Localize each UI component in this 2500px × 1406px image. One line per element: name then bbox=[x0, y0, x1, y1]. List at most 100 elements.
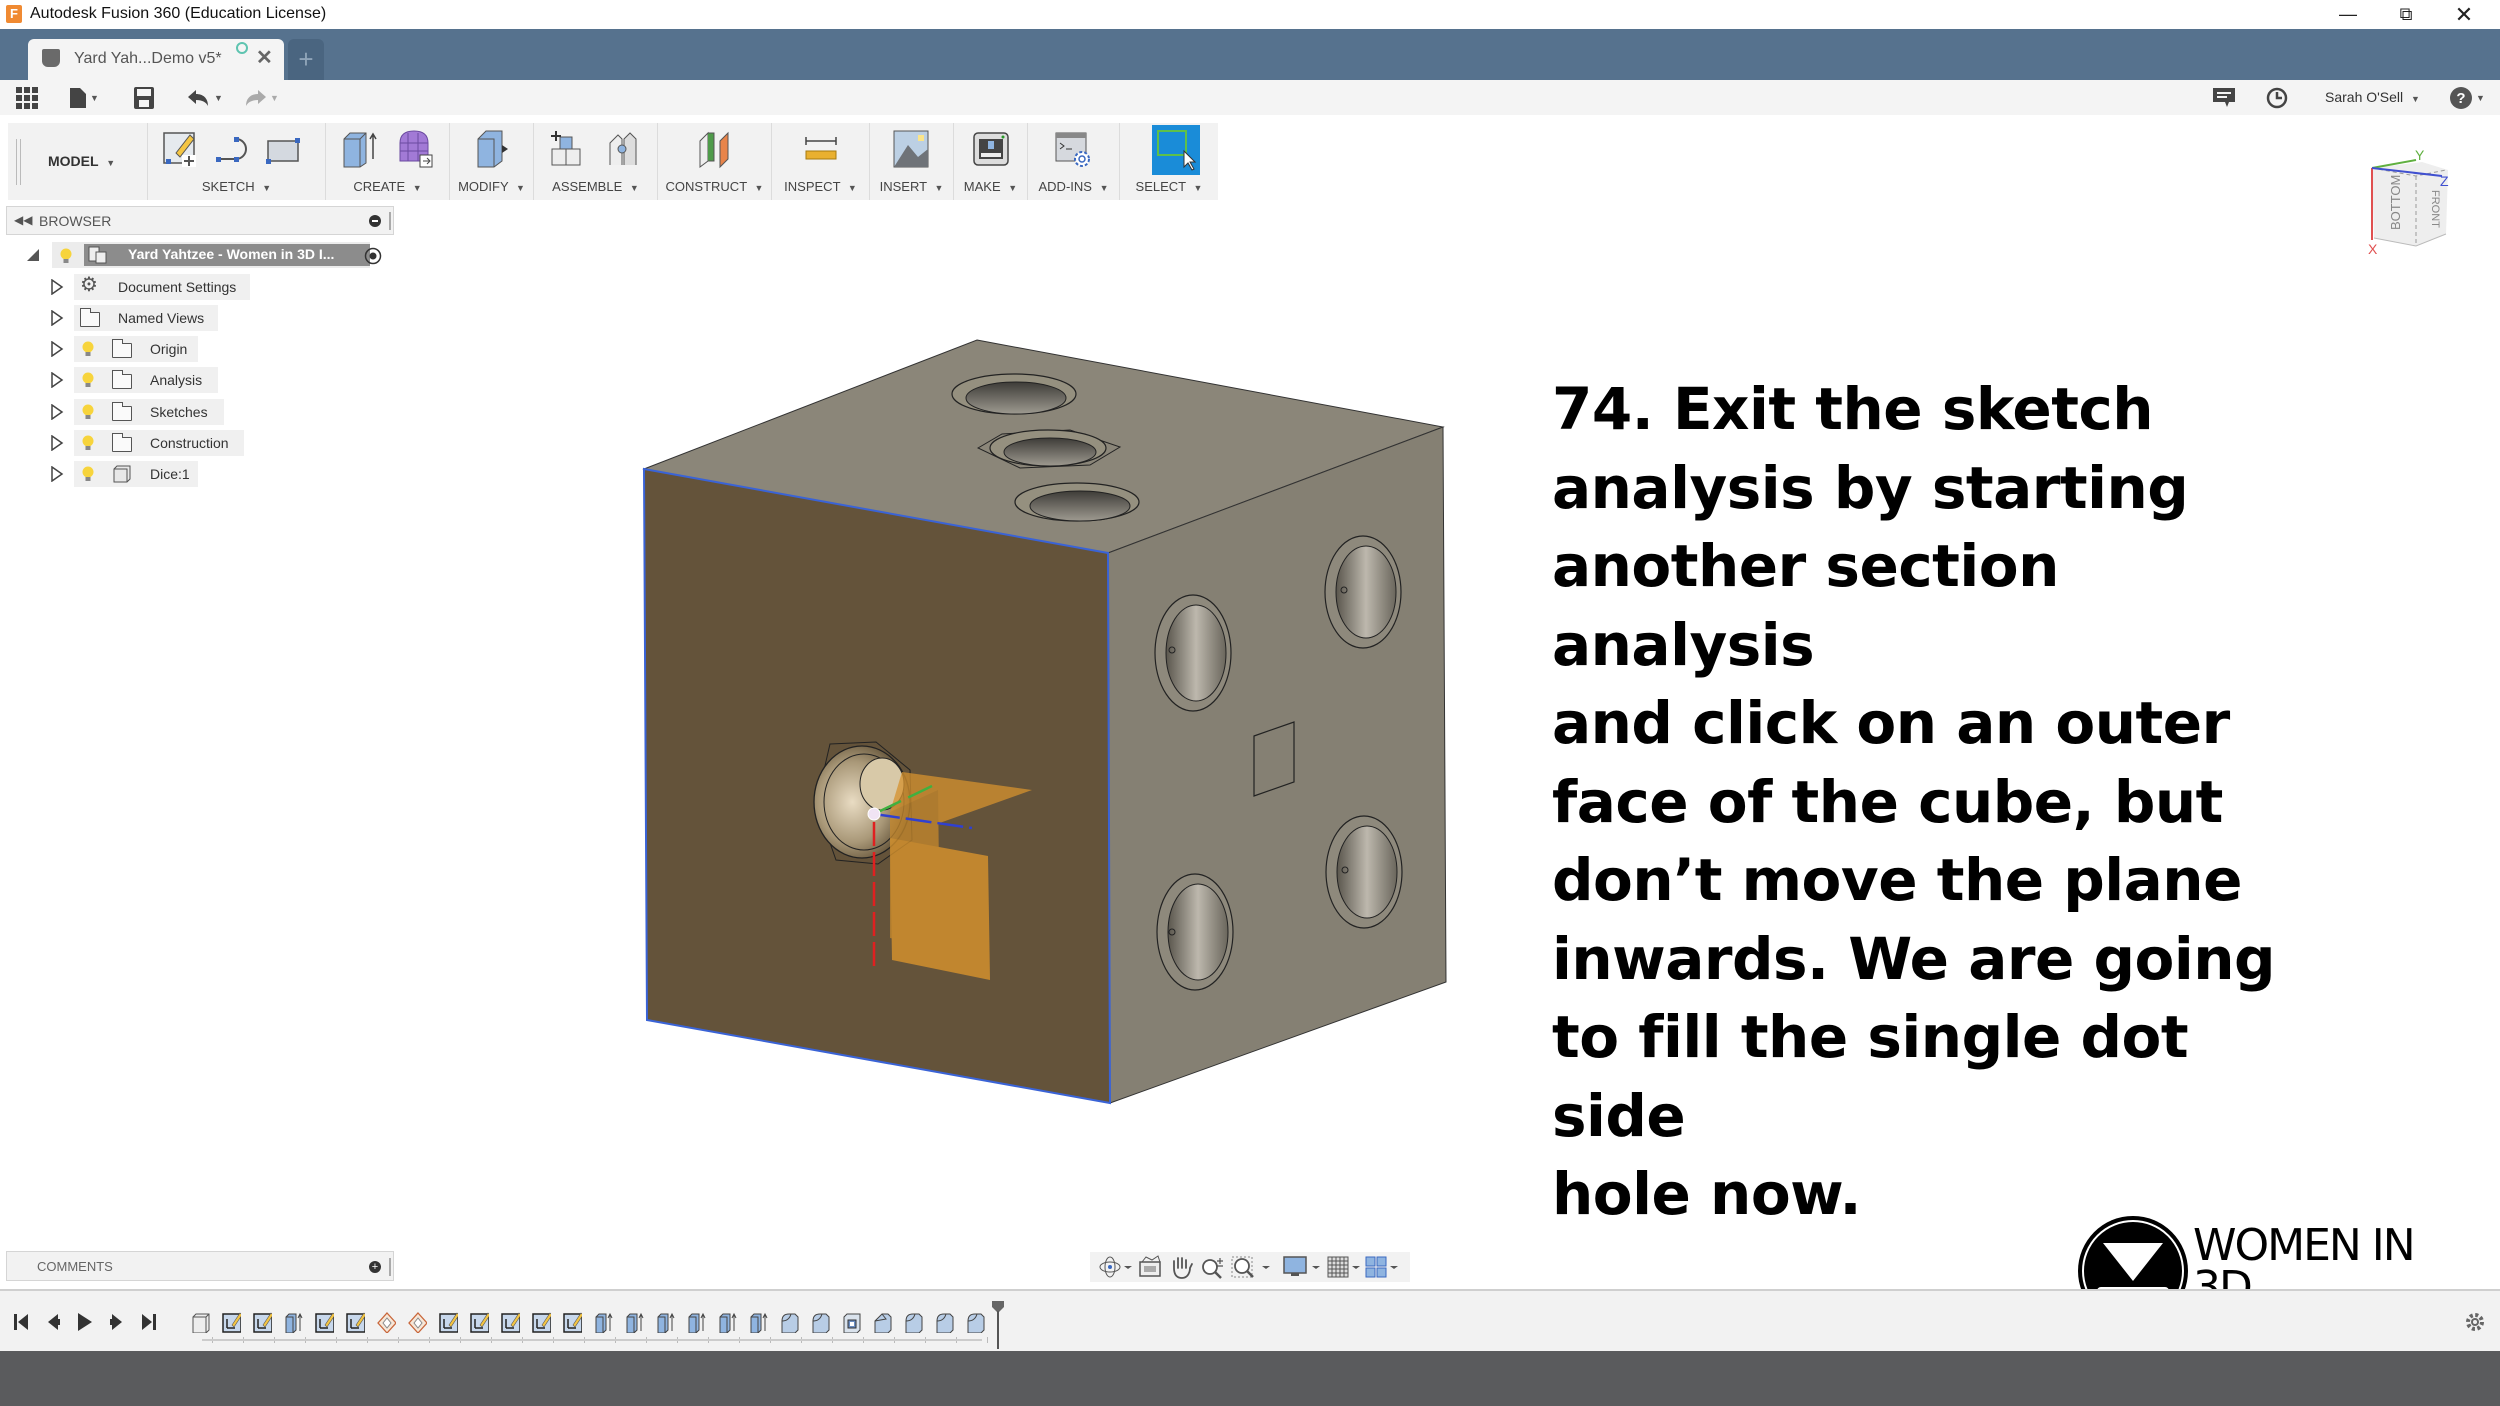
browser-item-analysis[interactable]: Analysis bbox=[50, 367, 220, 393]
collapse-panel-icon[interactable]: ◀◀ bbox=[14, 213, 32, 227]
expand-arrow-icon[interactable] bbox=[50, 310, 64, 326]
expand-arrow-icon[interactable] bbox=[50, 341, 64, 357]
timeline-feature-body[interactable] bbox=[190, 1311, 210, 1333]
expand-arrow-icon[interactable] bbox=[50, 435, 64, 451]
model-viewport-canvas[interactable] bbox=[600, 320, 1480, 1120]
create-menu[interactable]: CREATE ▼ bbox=[326, 179, 449, 194]
orbit-icon[interactable] bbox=[1098, 1254, 1134, 1280]
timeline-feature-extrude[interactable] bbox=[283, 1311, 303, 1333]
extrude-icon[interactable] bbox=[340, 129, 378, 169]
timeline-feature-fillet[interactable] bbox=[965, 1311, 985, 1333]
construct-menu[interactable]: CONSTRUCT ▼ bbox=[658, 179, 771, 194]
expand-arrow-icon[interactable] bbox=[50, 404, 64, 420]
select-button[interactable] bbox=[1152, 125, 1200, 175]
help-button[interactable]: ? ▼ bbox=[2450, 86, 2485, 110]
timeline-feature-extrude[interactable] bbox=[686, 1311, 706, 1333]
expand-arrow-icon[interactable] bbox=[50, 466, 64, 482]
zoom-icon[interactable] bbox=[1198, 1254, 1230, 1280]
timeline-feature-extrude[interactable] bbox=[655, 1311, 675, 1333]
insert-menu[interactable]: INSERT ▼ bbox=[870, 179, 953, 194]
document-tab[interactable]: Yard Yah...Demo v5* ✕ bbox=[28, 39, 284, 80]
timeline-feature-fillet[interactable] bbox=[903, 1311, 923, 1333]
user-account-menu[interactable]: Sarah O'Sell ▼ bbox=[2325, 89, 2420, 105]
panel-resize-handle[interactable] bbox=[389, 1258, 391, 1276]
scripts-icon[interactable] bbox=[1054, 129, 1092, 169]
inspect-menu[interactable]: INSPECT ▼ bbox=[772, 179, 869, 194]
joint-icon[interactable] bbox=[604, 129, 642, 169]
timeline-feature-plane[interactable] bbox=[376, 1311, 396, 1333]
timeline-feature-extrude[interactable] bbox=[748, 1311, 768, 1333]
expand-arrow-icon[interactable] bbox=[50, 372, 64, 388]
assemble-menu[interactable]: ASSEMBLE ▼ bbox=[534, 179, 657, 194]
restore-button[interactable]: ⧉ bbox=[2378, 0, 2434, 29]
browser-item-named-views[interactable]: Named Views bbox=[50, 305, 220, 331]
timeline-marker[interactable] bbox=[990, 1301, 1006, 1354]
create-sketch-icon[interactable] bbox=[162, 129, 200, 169]
workspace-switcher[interactable]: MODEL ▼ bbox=[8, 123, 148, 200]
viewcube[interactable]: X Y Z BOTTOM FRONT bbox=[2360, 150, 2480, 260]
timeline-feature-fillet[interactable] bbox=[779, 1311, 799, 1333]
addins-menu[interactable]: ADD-INS ▼ bbox=[1028, 179, 1119, 194]
timeline-feature-plane[interactable] bbox=[407, 1311, 427, 1333]
offset-plane-icon[interactable] bbox=[696, 129, 734, 169]
minimize-button[interactable]: — bbox=[2320, 0, 2376, 29]
timeline-feature-chamfer[interactable] bbox=[872, 1311, 892, 1333]
timeline-feature-sketch[interactable] bbox=[562, 1311, 582, 1333]
notifications-button[interactable] bbox=[2213, 86, 2235, 110]
step-back-icon[interactable] bbox=[48, 1314, 60, 1330]
insert-image-icon[interactable] bbox=[892, 129, 930, 169]
viewports-icon[interactable] bbox=[1364, 1254, 1402, 1280]
pan-icon[interactable] bbox=[1166, 1254, 1198, 1280]
visibility-bulb-icon[interactable] bbox=[82, 466, 94, 482]
timeline-feature-sketch[interactable] bbox=[252, 1311, 272, 1333]
close-window-button[interactable]: ✕ bbox=[2436, 0, 2492, 29]
rectangle-icon[interactable] bbox=[264, 129, 302, 169]
add-comment-icon[interactable]: + bbox=[369, 1261, 381, 1273]
browser-root-item[interactable]: Yard Yahtzee - Women in 3D I... bbox=[26, 242, 396, 269]
new-component-icon[interactable] bbox=[548, 129, 586, 169]
timeline-feature-fillet[interactable] bbox=[934, 1311, 954, 1333]
job-status-button[interactable] bbox=[2266, 86, 2288, 110]
browser-options-icon[interactable] bbox=[369, 215, 381, 227]
browser-item-origin[interactable]: Origin bbox=[50, 336, 210, 362]
activate-component-icon[interactable] bbox=[363, 246, 383, 266]
look-at-icon[interactable] bbox=[1134, 1254, 1166, 1280]
save-button[interactable] bbox=[134, 86, 154, 110]
form-icon[interactable] bbox=[396, 129, 434, 169]
play-icon[interactable] bbox=[78, 1313, 92, 1331]
collapse-arrow-icon[interactable] bbox=[26, 248, 40, 264]
expand-arrow-icon[interactable] bbox=[50, 279, 64, 295]
browser-item-sketches[interactable]: Sketches bbox=[50, 399, 230, 425]
timeline-feature-sketch[interactable] bbox=[221, 1311, 241, 1333]
browser-item-document-settings[interactable]: ⚙ Document Settings bbox=[50, 274, 250, 300]
toolbar-grip[interactable] bbox=[16, 139, 21, 185]
viewcube-face-bottom[interactable]: BOTTOM bbox=[2388, 175, 2403, 230]
timeline-feature-sketch[interactable] bbox=[314, 1311, 334, 1333]
measure-icon[interactable] bbox=[802, 129, 840, 169]
timeline-feature-fillet[interactable] bbox=[810, 1311, 830, 1333]
close-tab-icon[interactable]: ✕ bbox=[256, 45, 273, 70]
file-menu-button[interactable]: ▼ bbox=[70, 86, 99, 110]
timeline-feature-hole[interactable] bbox=[841, 1311, 861, 1333]
go-to-end-icon[interactable] bbox=[142, 1314, 156, 1330]
select-menu[interactable]: SELECT ▼ bbox=[1120, 179, 1218, 194]
undo-button[interactable]: ▼ bbox=[188, 86, 223, 110]
section-origin-point[interactable] bbox=[867, 807, 881, 821]
browser-item-construction[interactable]: Construction bbox=[50, 430, 250, 456]
panel-resize-handle[interactable] bbox=[389, 212, 391, 230]
timeline-feature-extrude[interactable] bbox=[717, 1311, 737, 1333]
visibility-bulb-icon[interactable] bbox=[60, 248, 72, 264]
visibility-bulb-icon[interactable] bbox=[82, 404, 94, 420]
go-to-start-icon[interactable] bbox=[14, 1314, 28, 1330]
browser-item-dice[interactable]: Dice:1 bbox=[50, 461, 210, 487]
press-pull-icon[interactable] bbox=[472, 129, 510, 169]
timeline-feature-sketch[interactable] bbox=[500, 1311, 520, 1333]
visibility-bulb-icon[interactable] bbox=[82, 341, 94, 357]
3d-print-icon[interactable] bbox=[972, 129, 1010, 169]
data-panel-button[interactable] bbox=[16, 86, 38, 110]
redo-button[interactable]: ▼ bbox=[244, 86, 279, 110]
visibility-bulb-icon[interactable] bbox=[82, 435, 94, 451]
fit-icon[interactable] bbox=[1230, 1254, 1274, 1280]
visibility-bulb-icon[interactable] bbox=[82, 372, 94, 388]
grid-settings-icon[interactable] bbox=[1326, 1254, 1364, 1280]
